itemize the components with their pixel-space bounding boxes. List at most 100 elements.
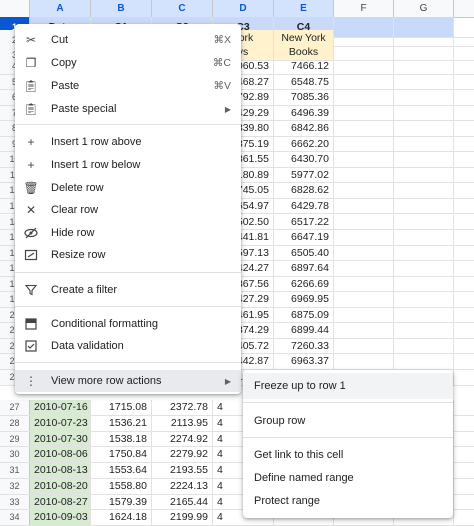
cell[interactable]: 1750.84 [91, 447, 152, 462]
column-header-c[interactable]: C [152, 0, 213, 17]
row-header[interactable]: 31 [0, 463, 30, 478]
cell[interactable]: 6963.37 [274, 354, 334, 369]
menu-item-conditional-formatting[interactable]: Conditional formatting [15, 313, 241, 335]
cell[interactable]: 6899.44 [274, 323, 334, 338]
cell[interactable]: 2274.92 [152, 431, 213, 447]
cell[interactable]: 2010-08-06 [30, 447, 91, 462]
cell[interactable]: 2010-08-27 [30, 494, 91, 510]
cell[interactable] [334, 59, 394, 74]
cell[interactable] [394, 354, 454, 369]
menu-item-clear-row[interactable]: ✕ Clear row [15, 199, 241, 221]
menu-item-insert-row-above[interactable]: + Insert 1 row above [15, 131, 241, 153]
cell[interactable]: 6875.09 [274, 307, 334, 323]
cell[interactable]: 1553.64 [91, 463, 152, 478]
cell[interactable] [394, 292, 454, 307]
cell[interactable]: 2010-08-13 [30, 463, 91, 478]
select-all-corner[interactable] [0, 0, 30, 17]
row-header[interactable]: 28 [0, 415, 30, 431]
cell[interactable] [394, 45, 454, 60]
row-header[interactable]: 33 [0, 494, 30, 510]
cell[interactable] [334, 30, 394, 46]
cell[interactable]: 1536.21 [91, 415, 152, 431]
row-header[interactable]: 29 [0, 431, 30, 447]
column-header-e[interactable]: E [274, 0, 334, 17]
cell[interactable]: 7260.33 [274, 338, 334, 354]
row-header[interactable]: 34 [0, 510, 30, 525]
cell[interactable]: 1538.18 [91, 431, 152, 447]
cell[interactable] [334, 214, 394, 230]
cell[interactable]: 2372.78 [152, 400, 213, 415]
menu-item-copy[interactable]: ❐ Copy ⌘C [15, 52, 241, 74]
cell[interactable] [394, 198, 454, 214]
cell[interactable]: 1558.80 [91, 478, 152, 494]
cell[interactable] [334, 292, 394, 307]
cell[interactable]: 6430.70 [274, 152, 334, 167]
cell[interactable]: 6662.20 [274, 136, 334, 152]
cell[interactable] [334, 45, 394, 60]
cell[interactable]: 2279.92 [152, 447, 213, 462]
cell[interactable] [334, 307, 394, 323]
row-header[interactable]: 27 [0, 400, 30, 415]
cell[interactable]: 2199.99 [152, 510, 213, 525]
column-header-g[interactable]: G [394, 0, 454, 17]
cell[interactable]: 6496.39 [274, 105, 334, 121]
cell[interactable] [334, 245, 394, 261]
cell[interactable] [394, 30, 454, 46]
menu-item-resize-row[interactable]: Resize row [15, 244, 241, 266]
cell[interactable]: 2010-07-30 [30, 431, 91, 447]
cell[interactable] [334, 152, 394, 167]
cell[interactable]: 2113.95 [152, 415, 213, 431]
cell[interactable]: 6266.69 [274, 276, 334, 292]
cell[interactable] [334, 323, 394, 338]
cell[interactable] [394, 152, 454, 167]
cell[interactable] [394, 276, 454, 292]
row-header[interactable]: 30 [0, 447, 30, 462]
cell[interactable] [394, 105, 454, 121]
column-header-f[interactable]: F [334, 0, 394, 17]
menu-item-freeze-up-to-row[interactable]: Freeze up to row 1 [243, 373, 453, 399]
cell[interactable]: 1579.39 [91, 494, 152, 510]
cell[interactable] [394, 214, 454, 230]
cell[interactable]: 2193.55 [152, 463, 213, 478]
cell[interactable] [334, 121, 394, 136]
cell[interactable]: 6647.19 [274, 230, 334, 245]
menu-item-paste-special[interactable]: 📋︎ Paste special ▶ [15, 98, 241, 120]
cell[interactable] [394, 245, 454, 261]
cell[interactable] [394, 338, 454, 354]
cell[interactable]: Books [274, 45, 334, 60]
menu-item-delete-row[interactable]: 🗑︎ Delete row [15, 177, 241, 199]
cell[interactable]: 2010-08-20 [30, 478, 91, 494]
cell[interactable]: 6505.40 [274, 245, 334, 261]
cell[interactable] [394, 121, 454, 136]
cell[interactable] [334, 276, 394, 292]
cell[interactable]: 6429.78 [274, 198, 334, 214]
cell[interactable] [394, 59, 454, 74]
cell[interactable]: New York [274, 30, 334, 46]
cell[interactable] [394, 136, 454, 152]
cell[interactable] [394, 74, 454, 90]
cell[interactable] [334, 167, 394, 183]
menu-item-insert-row-below[interactable]: + Insert 1 row below [15, 154, 241, 176]
menu-item-create-filter[interactable]: Create a filter [15, 279, 241, 301]
cell[interactable] [334, 183, 394, 198]
cell[interactable]: 6548.75 [274, 74, 334, 90]
cell[interactable] [334, 261, 394, 276]
cell[interactable]: 2010-07-23 [30, 415, 91, 431]
cell[interactable]: 6897.64 [274, 261, 334, 276]
column-header-d[interactable]: D [213, 0, 274, 17]
cell[interactable] [334, 338, 394, 354]
column-header-b[interactable]: B [91, 0, 152, 17]
cell[interactable] [334, 90, 394, 105]
cell[interactable] [334, 354, 394, 369]
row-header[interactable]: 32 [0, 478, 30, 494]
menu-item-hide-row[interactable]: Hide row [15, 222, 241, 244]
menu-item-group-row[interactable]: Group row [243, 408, 453, 434]
cell[interactable]: 6517.22 [274, 214, 334, 230]
menu-item-paste[interactable]: 📋︎ Paste ⌘V [15, 75, 241, 97]
cell[interactable] [334, 105, 394, 121]
menu-item-protect-range[interactable]: Protect range [243, 488, 453, 514]
cell[interactable]: 2165.44 [152, 494, 213, 510]
cell[interactable]: 1624.18 [91, 510, 152, 525]
menu-item-view-more-row-actions[interactable]: ⋮ View more row actions ▶ [15, 370, 241, 392]
cell[interactable] [334, 230, 394, 245]
